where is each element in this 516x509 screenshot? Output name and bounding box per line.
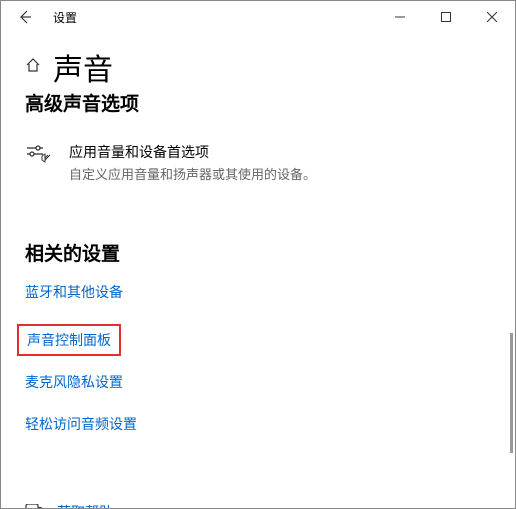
- content-area: 声音 高级声音选项 应用音量和设备首选项 自定义应用音量和扬声器或其使用的设备。…: [1, 33, 515, 508]
- related-links: 蓝牙和其他设备 声音控制面板 麦克风隐私设置 轻松访问音频设置: [25, 282, 491, 456]
- link-bluetooth-devices[interactable]: 蓝牙和其他设备: [25, 282, 123, 302]
- titlebar: 设置: [1, 1, 515, 33]
- page-header: 声音: [25, 45, 491, 89]
- app-volume-title: 应用音量和设备首选项: [69, 142, 316, 162]
- help-icon: [25, 504, 43, 508]
- app-volume-desc: 自定义应用音量和扬声器或其使用的设备。: [69, 164, 316, 183]
- minimize-icon: [395, 12, 405, 22]
- app-volume-text: 应用音量和设备首选项 自定义应用音量和扬声器或其使用的设备。: [69, 142, 316, 183]
- link-sound-control-panel[interactable]: 声音控制面板: [17, 324, 121, 356]
- page-title: 声音: [53, 45, 113, 89]
- close-button[interactable]: [469, 1, 515, 33]
- maximize-icon: [441, 12, 451, 22]
- link-mic-privacy[interactable]: 麦克风隐私设置: [25, 372, 123, 392]
- maximize-button[interactable]: [423, 1, 469, 33]
- home-icon[interactable]: [25, 57, 41, 78]
- related-settings-heading: 相关的设置: [25, 239, 491, 266]
- window-controls: [377, 1, 515, 33]
- advanced-sound-heading: 高级声音选项: [25, 89, 491, 116]
- arrow-left-icon: [17, 9, 33, 25]
- get-help-link[interactable]: 获取帮助: [25, 502, 491, 508]
- get-help-label: 获取帮助: [57, 502, 113, 508]
- app-title: 设置: [53, 9, 77, 26]
- back-button[interactable]: [9, 1, 41, 33]
- footer-links: 获取帮助 提供反馈: [25, 502, 491, 508]
- close-icon: [487, 12, 497, 22]
- scrollbar[interactable]: [510, 333, 513, 453]
- app-volume-option[interactable]: 应用音量和设备首选项 自定义应用音量和扬声器或其使用的设备。: [25, 142, 491, 183]
- link-ease-of-access-audio[interactable]: 轻松访问音频设置: [25, 414, 137, 434]
- sliders-icon: [25, 144, 51, 171]
- minimize-button[interactable]: [377, 1, 423, 33]
